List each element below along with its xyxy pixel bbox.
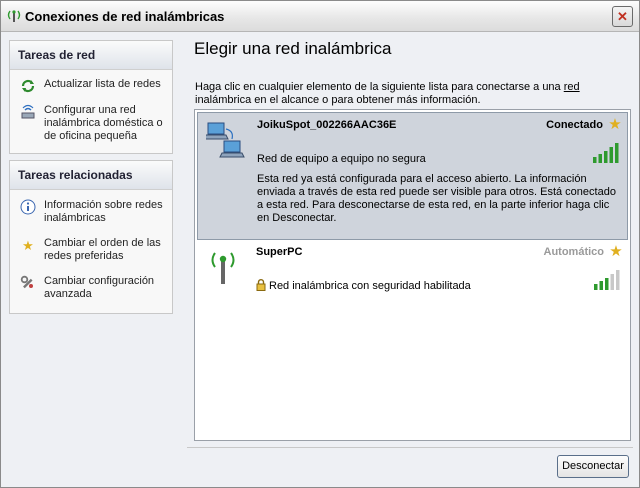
network-name: SuperPC — [256, 246, 303, 258]
network-type: Red de equipo a equipo no segura — [257, 153, 426, 165]
network-tasks-panel: Tareas de red Actualizar lista de redes … — [9, 40, 173, 154]
network-name: JoikuSpot_002266AAC36E — [257, 119, 397, 131]
instructions-pre: Haga clic en cualquier elemento de la si… — [195, 81, 564, 93]
setup-wireless-network-link[interactable]: Configurar una red inalámbrica doméstica… — [10, 98, 172, 153]
signal-strength-icon — [594, 270, 620, 290]
network-tasks-heading[interactable]: Tareas de red — [10, 41, 172, 70]
close-button[interactable]: ✕ — [612, 6, 633, 27]
instructions-post: inalámbrica en el alcance o para obtener… — [195, 94, 481, 106]
wireless-connections-window: Conexiones de red inalámbricas ✕ Tareas … — [0, 0, 640, 488]
disconnect-label: Desconectar — [562, 460, 624, 472]
change-preferred-order-link[interactable]: ★ Cambiar el orden de las redes preferid… — [10, 231, 172, 269]
close-icon: ✕ — [617, 9, 628, 24]
wrench-icon — [20, 275, 36, 291]
lock-icon — [256, 279, 266, 291]
wireless-antenna-icon — [211, 252, 235, 284]
connection-status: Automático — [543, 246, 605, 258]
title-bar[interactable]: Conexiones de red inalámbricas ✕ — [1, 1, 639, 32]
network-list[interactable]: JoikuSpot_002266AAC36E Conectado ★ Red d… — [194, 109, 631, 441]
disconnect-button[interactable]: Desconectar — [557, 455, 629, 478]
advanced-settings-link[interactable]: Cambiar configuración avanzada — [10, 269, 172, 313]
network-item-superpc[interactable]: SuperPC Automático ★ Red inalámbrica con… — [197, 240, 628, 296]
page-title: Elegir una red inalámbrica — [194, 39, 392, 58]
sidebar: Tareas de red Actualizar lista de redes … — [9, 40, 173, 320]
star-icon: ★ — [22, 237, 34, 253]
related-tasks-heading[interactable]: Tareas relacionadas — [10, 161, 172, 190]
info-icon — [20, 199, 36, 215]
connection-status: Conectado — [546, 119, 603, 131]
network-help-link[interactable]: red — [564, 81, 580, 93]
preferred-star-icon: ★ — [609, 243, 623, 260]
computer-to-computer-icon — [206, 122, 245, 158]
change-preferred-order-label: Cambiar el orden de las redes preferidas — [44, 237, 161, 262]
window-title: Conexiones de red inalámbricas — [25, 9, 225, 24]
network-type: Red inalámbrica con seguridad habilitada — [269, 280, 471, 292]
setup-wireless-network-label: Configurar una red inalámbrica doméstica… — [44, 104, 163, 142]
advanced-settings-label: Cambiar configuración avanzada — [44, 275, 155, 300]
preferred-star-icon: ★ — [608, 116, 622, 133]
refresh-icon — [20, 78, 36, 94]
signal-strength-icon — [593, 143, 619, 163]
instructions-text: Haga clic en cualquier elemento de la si… — [195, 81, 627, 107]
wireless-info-label: Información sobre redes inalámbricas — [44, 199, 163, 224]
network-item-joikuspot[interactable]: JoikuSpot_002266AAC36E Conectado ★ Red d… — [197, 112, 628, 240]
related-tasks-panel: Tareas relacionadas Información sobre re… — [9, 160, 173, 314]
wireless-setup-icon — [20, 104, 36, 120]
refresh-network-list-link[interactable]: Actualizar lista de redes — [10, 70, 172, 98]
wireless-antenna-icon — [7, 10, 21, 22]
network-description: Esta red ya está configurada para el acc… — [257, 173, 616, 224]
refresh-network-list-label: Actualizar lista de redes — [44, 78, 161, 90]
footer-divider — [187, 447, 633, 448]
wireless-info-link[interactable]: Información sobre redes inalámbricas — [10, 190, 172, 231]
